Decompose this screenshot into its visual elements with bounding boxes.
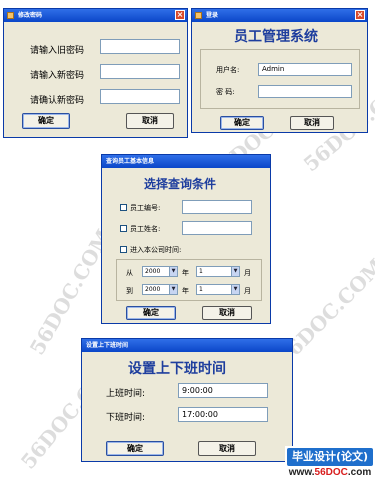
chevron-down-icon: ▼ [231,267,239,276]
window-icon [7,12,14,19]
emp-name-label: 员工姓名: [130,225,161,233]
window-title: 查询员工基本信息 [106,158,155,165]
query-titlebar[interactable]: 查询员工基本信息 [102,155,270,168]
year-unit-label: 年 [182,269,189,277]
ok-button[interactable]: 确定 [126,306,176,320]
change-password-window: 修改密码 × 请输入旧密码 请输入新密码 请确认新密码 确定 取消 [3,8,188,138]
confirm-password-label: 请确认新密码 [30,96,85,106]
old-password-label: 请输入旧密码 [30,46,85,56]
close-icon[interactable]: × [355,10,365,20]
site-logo: 毕业设计(论文)网 www.56DOC.com [285,446,375,482]
cancel-button[interactable]: 取消 [126,113,174,129]
end-time-input[interactable]: 17:00:00 [178,407,268,422]
month-unit-label: 月 [244,287,251,295]
to-label: 到 [126,287,133,295]
month-to-select[interactable]: 1 ▼ [196,284,240,295]
year-from-select[interactable]: 2000 ▼ [142,266,178,277]
emp-no-checkbox[interactable] [120,204,127,211]
window-title: 登录 [206,12,219,19]
url-suffix: .com [347,467,372,478]
join-date-checkbox[interactable] [120,246,127,253]
confirm-password-input[interactable] [100,89,180,104]
window-title: 设置上下班时间 [86,342,129,349]
chevron-down-icon: ▼ [169,285,177,294]
query-heading: 选择查询条件 [144,177,217,191]
emp-name-input[interactable] [182,221,252,235]
login-window: 登录 × 员工管理系统 用户名: Admin 密 码: 确定 取消 [191,8,368,133]
close-icon[interactable]: × [175,10,185,20]
new-password-label: 请输入新密码 [30,71,85,81]
join-date-label: 进入本公司时间: [130,246,182,254]
cancel-button[interactable]: 取消 [290,116,334,130]
emp-no-label: 员工编号: [130,204,161,212]
login-titlebar[interactable]: 登录 × [192,9,367,22]
window-icon [195,12,202,19]
year-unit-label: 年 [182,287,189,295]
work-time-heading: 设置上下班时间 [128,361,226,377]
work-time-window: 设置上下班时间 设置上下班时间 上班时间: 9:00:00 下班时间: 17:0… [81,338,293,462]
username-label: 用户名: [216,66,240,74]
start-time-input[interactable]: 9:00:00 [178,383,268,398]
date-range-groupbox [116,259,262,301]
end-time-label: 下班时间: [106,413,146,423]
ok-button[interactable]: 确定 [106,441,164,456]
change-password-titlebar[interactable]: 修改密码 × [4,9,187,22]
start-time-label: 上班时间: [106,389,146,399]
emp-name-checkbox[interactable] [120,225,127,232]
window-title: 修改密码 [18,12,43,19]
chevron-down-icon: ▼ [169,267,177,276]
url-prefix: www. [288,467,315,478]
ok-button[interactable]: 确定 [22,113,70,129]
work-time-titlebar[interactable]: 设置上下班时间 [82,339,292,352]
query-employee-window: 查询员工基本信息 选择查询条件 员工编号: 员工姓名: 进入本公司时间: 从 2… [101,154,271,324]
cancel-button[interactable]: 取消 [202,306,252,320]
login-heading: 员工管理系统 [234,29,318,45]
site-logo-title: 毕业设计(论文)网 [287,448,373,481]
month-from-select[interactable]: 1 ▼ [196,266,240,277]
old-password-input[interactable] [100,39,180,54]
month-unit-label: 月 [244,269,251,277]
emp-no-input[interactable] [182,200,252,214]
username-input[interactable]: Admin [258,63,352,76]
password-label: 密 码: [216,88,235,96]
ok-button[interactable]: 确定 [220,116,264,130]
year-to-select[interactable]: 2000 ▼ [142,284,178,295]
new-password-input[interactable] [100,64,180,79]
login-groupbox [200,49,360,109]
chevron-down-icon: ▼ [231,285,239,294]
cancel-button[interactable]: 取消 [198,441,256,456]
url-brand: 56DOC [314,467,348,478]
site-logo-url: www.56DOC.com [285,467,375,478]
from-label: 从 [126,269,133,277]
password-input[interactable] [258,85,352,98]
